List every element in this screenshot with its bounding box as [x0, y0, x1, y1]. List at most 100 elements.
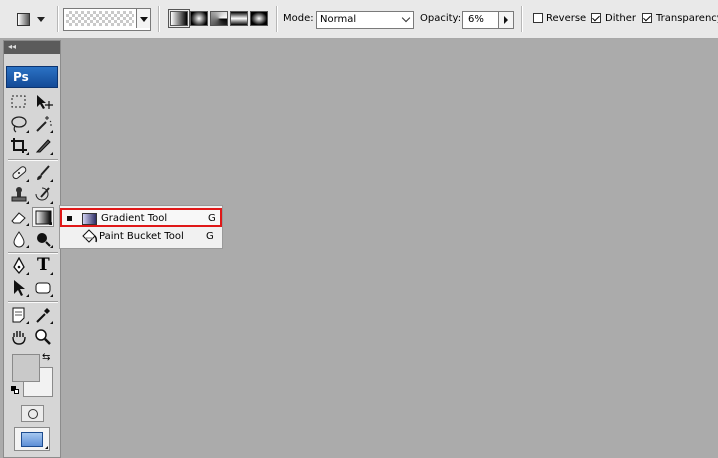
chevron-down-icon	[37, 17, 45, 22]
radial-gradient-button[interactable]	[190, 11, 208, 26]
submenu-indicator	[26, 201, 29, 204]
tool-preset-picker[interactable]	[10, 8, 50, 30]
submenu-indicator	[26, 152, 29, 155]
path-selection-tool[interactable]	[8, 278, 30, 298]
healing-brush-tool[interactable]	[8, 163, 30, 183]
submenu-indicator	[26, 321, 29, 324]
magic-wand-tool[interactable]	[32, 114, 54, 134]
toolbox: ◂◂ Ps T ⇆	[3, 40, 61, 458]
dither-checkbox[interactable]	[591, 13, 601, 23]
opacity-input[interactable]: 6%	[462, 11, 514, 29]
brush-tool[interactable]	[32, 163, 54, 183]
gradient-picker-dropdown[interactable]	[136, 9, 150, 28]
separator	[521, 6, 523, 32]
gradient-tool-flyout: Gradient Tool G Paint Bucket Tool G	[59, 205, 223, 249]
linear-gradient-button[interactable]	[168, 9, 190, 28]
diamond-gradient-button[interactable]	[250, 11, 268, 26]
toolbox-separator	[8, 252, 58, 254]
quick-mask-icon	[28, 409, 38, 419]
hand-icon	[12, 331, 26, 345]
submenu-indicator	[26, 179, 29, 182]
transparency-checkbox[interactable]	[642, 13, 652, 23]
gradient-tool-icon	[17, 13, 30, 26]
eyedropper-tool[interactable]	[32, 305, 54, 325]
chevron-down-icon	[401, 13, 411, 23]
opacity-label: Opacity:	[420, 13, 462, 24]
screen-mode-button[interactable]	[14, 427, 50, 451]
marquee-tool[interactable]	[8, 92, 30, 112]
flyout-item-gradient-tool[interactable]: Gradient Tool G	[60, 208, 222, 227]
ps-logo[interactable]: Ps	[6, 66, 58, 88]
type-tool[interactable]: T	[32, 255, 54, 276]
separator	[276, 6, 278, 32]
dither-label: Dither	[605, 13, 637, 24]
flyout-item-shortcut: G	[206, 231, 214, 242]
chevron-right-icon	[504, 16, 508, 24]
quick-mask-button[interactable]	[21, 405, 44, 422]
foreground-color-swatch[interactable]	[12, 354, 40, 382]
reflected-gradient-button[interactable]	[230, 11, 248, 26]
hand-tool[interactable]	[8, 327, 30, 347]
ps-logo-text: Ps	[13, 70, 29, 84]
opacity-slider-button[interactable]	[498, 12, 513, 28]
pen-tool[interactable]	[8, 256, 30, 276]
toolbox-separator	[8, 301, 58, 303]
magnifier-icon	[35, 329, 51, 345]
submenu-indicator	[50, 294, 53, 297]
lasso-tool[interactable]	[8, 114, 30, 134]
submenu-indicator	[45, 446, 48, 449]
collapse-icon[interactable]: ◂◂	[8, 42, 16, 51]
submenu-indicator	[26, 130, 29, 133]
gradient-picker[interactable]	[63, 8, 151, 31]
slice-tool[interactable]	[32, 136, 54, 156]
selected-bullet-icon	[67, 216, 72, 221]
submenu-indicator	[50, 130, 53, 133]
default-colors-icon[interactable]	[11, 386, 19, 394]
submenu-indicator	[49, 222, 52, 225]
mode-label: Mode:	[283, 13, 314, 24]
reverse-label: Reverse	[546, 13, 587, 24]
history-brush-tool[interactable]	[32, 185, 54, 205]
submenu-indicator	[50, 201, 53, 204]
toolbox-header[interactable]: ◂◂	[4, 41, 60, 54]
submenu-indicator	[26, 223, 29, 226]
submenu-indicator	[26, 294, 29, 297]
swap-colors-icon[interactable]: ⇆	[42, 352, 50, 363]
submenu-indicator	[50, 179, 53, 182]
mode-value: Normal	[320, 14, 357, 25]
notes-tool[interactable]	[8, 305, 30, 325]
mode-select[interactable]: Normal	[316, 11, 414, 29]
flyout-item-paint-bucket-tool[interactable]: Paint Bucket Tool G	[60, 228, 222, 247]
gradient-icon	[82, 213, 97, 225]
angle-gradient-button[interactable]	[210, 11, 228, 26]
move-tool[interactable]	[32, 92, 54, 112]
opacity-value: 6%	[468, 14, 484, 25]
paint-bucket-icon	[82, 229, 98, 243]
marquee-icon	[11, 95, 26, 108]
separator	[57, 6, 59, 32]
gradient-preview[interactable]	[66, 11, 134, 26]
type-icon: T	[37, 255, 50, 275]
zoom-tool[interactable]	[32, 327, 54, 347]
clone-stamp-tool[interactable]	[8, 185, 30, 205]
options-bar: Mode: Normal Opacity: 6% Reverse Dither …	[0, 0, 718, 39]
toolbox-separator	[8, 159, 58, 161]
reverse-checkbox[interactable]	[533, 13, 543, 23]
submenu-indicator	[50, 321, 53, 324]
submenu-indicator	[50, 245, 53, 248]
canvas-area[interactable]	[224, 40, 718, 458]
crop-tool[interactable]	[8, 136, 30, 156]
blur-tool[interactable]	[8, 229, 30, 249]
flyout-item-label: Gradient Tool	[101, 213, 168, 224]
eraser-tool[interactable]	[8, 207, 30, 227]
move-icon	[37, 95, 53, 109]
flyout-item-label: Paint Bucket Tool	[99, 231, 184, 242]
submenu-indicator	[50, 272, 53, 275]
submenu-indicator	[26, 272, 29, 275]
shape-tool[interactable]	[32, 278, 54, 298]
transparency-label: Transparency	[656, 13, 718, 24]
separator	[158, 6, 160, 32]
dodge-tool[interactable]	[32, 229, 54, 249]
chevron-down-icon	[140, 17, 148, 22]
gradient-tool[interactable]	[32, 207, 54, 227]
